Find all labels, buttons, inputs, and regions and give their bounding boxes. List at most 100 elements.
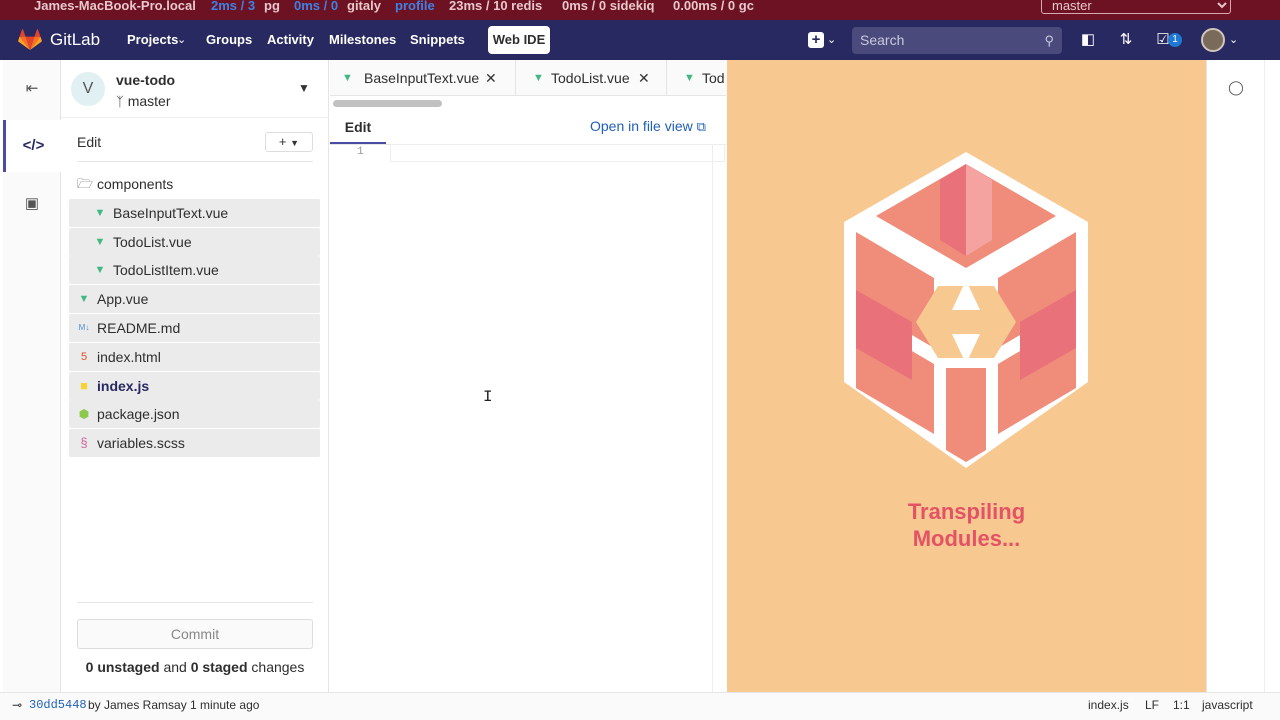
nav-snippets[interactable]: Snippets bbox=[410, 32, 465, 47]
close-icon[interactable]: ✕ bbox=[485, 60, 497, 95]
perf-gc: 0.00ms / 0 gc bbox=[673, 0, 754, 13]
editor-ruler bbox=[712, 145, 713, 692]
user-avatar[interactable] bbox=[1201, 28, 1225, 52]
status-cursor-position: 1:1 bbox=[1173, 698, 1190, 712]
close-icon[interactable]: ✕ bbox=[638, 60, 650, 95]
plus-icon[interactable]: + bbox=[808, 32, 824, 48]
tab-filename: BaseInputText.vue bbox=[364, 70, 480, 86]
file-name: variables.scss bbox=[97, 435, 185, 452]
leave-ide-icon[interactable]: ⇤ bbox=[3, 63, 61, 115]
tree-file[interactable]: ▼ TodoListItem.vue bbox=[69, 256, 320, 285]
tab-edit[interactable]: Edit bbox=[330, 116, 386, 144]
merge-request-icon[interactable]: ⇅ bbox=[1117, 30, 1135, 50]
editor-tab[interactable]: ▼ BaseInputText.vue ✕ bbox=[330, 60, 516, 95]
branch-name: ᛉ master bbox=[116, 93, 171, 109]
commit-author-time: by James Ramsay 1 minute ago bbox=[88, 698, 260, 712]
tree-file[interactable]: 5 index.html bbox=[69, 342, 320, 371]
project-name: vue-todo bbox=[116, 72, 176, 88]
perf-redis: 23ms / 10 redis bbox=[449, 0, 543, 13]
codesandbox-loading-logo-icon bbox=[844, 152, 1088, 468]
changes-summary: 0 unstaged and 0 staged changes bbox=[77, 659, 313, 675]
unstaged-label: unstaged bbox=[97, 659, 160, 675]
tabs-scrollbar[interactable] bbox=[333, 100, 442, 107]
nav-activity[interactable]: Activity bbox=[267, 32, 314, 47]
javascript-icon: ■ bbox=[80, 377, 88, 393]
vue-icon: ▼ bbox=[94, 235, 106, 248]
open-in-file-view-link[interactable]: Open in file view ⧉ bbox=[590, 118, 706, 135]
chevron-down-icon[interactable]: ⌄ bbox=[1229, 33, 1238, 46]
vue-icon: ▼ bbox=[94, 206, 106, 219]
edit-toolbar: Edit + ▼ bbox=[77, 132, 313, 158]
chevron-down-icon[interactable]: ▼ bbox=[298, 81, 310, 95]
chevron-down-icon[interactable]: ⌄ bbox=[827, 33, 836, 46]
right-sidebar: ◯ bbox=[1206, 60, 1264, 692]
tree-file[interactable]: ⬢ package.json bbox=[69, 400, 320, 429]
changes-suffix: changes bbox=[251, 659, 305, 675]
status-language: javascript bbox=[1202, 698, 1253, 712]
file-name: index.js bbox=[97, 377, 150, 394]
vue-icon: ▼ bbox=[94, 264, 106, 277]
perf-sidekiq: 0ms / 0 sidekiq bbox=[562, 0, 655, 13]
tree-file[interactable]: ▼ BaseInputText.vue bbox=[69, 198, 320, 227]
project-sidebar: V vue-todo ᛉ master ▼ Edit + ▼ 🗁 componen… bbox=[61, 60, 329, 692]
file-name: TodoListItem.vue bbox=[113, 262, 219, 279]
search-input[interactable]: Search ⚲ bbox=[852, 27, 1062, 54]
tree-file[interactable]: ■ index.js bbox=[69, 371, 320, 400]
code-editor-line[interactable] bbox=[390, 144, 725, 162]
nav-projects[interactable]: Projects bbox=[127, 32, 178, 47]
markdown-icon: M↓ bbox=[78, 322, 90, 332]
branch-label: master bbox=[127, 93, 171, 109]
file-name: App.vue bbox=[97, 291, 149, 308]
pipelines-icon[interactable]: ◯ bbox=[1228, 79, 1244, 95]
divider bbox=[77, 161, 313, 162]
review-mode-icon[interactable]: ▣ bbox=[3, 178, 61, 230]
file-name: package.json bbox=[97, 406, 180, 423]
nav-groups[interactable]: Groups bbox=[206, 32, 252, 47]
html5-icon: 5 bbox=[80, 350, 88, 363]
tree-folder[interactable]: 🗁 components bbox=[69, 170, 320, 198]
folder-open-icon: 🗁 bbox=[77, 176, 94, 191]
page-scrollbar[interactable] bbox=[1264, 60, 1280, 692]
divider bbox=[77, 602, 313, 603]
status-eol: LF bbox=[1145, 698, 1160, 712]
nodejs-icon: ⬢ bbox=[78, 407, 90, 422]
tree-file[interactable]: M↓ README.md bbox=[69, 313, 320, 342]
file-tree: 🗁 components ▼ BaseInputText.vue ▼ TodoList.v… bbox=[69, 170, 320, 458]
perf-pg-link[interactable]: 2ms / 3 bbox=[211, 0, 255, 12]
perf-gitaly-link[interactable]: 0ms / 0 bbox=[294, 0, 338, 12]
chevron-down-icon[interactable]: ⌄ bbox=[177, 33, 186, 46]
web-ide-button[interactable]: Web IDE bbox=[488, 26, 550, 54]
perf-profile-link[interactable]: profile bbox=[395, 0, 435, 12]
perf-pg-label: pg bbox=[264, 0, 280, 13]
commit-button[interactable]: Commit bbox=[77, 619, 313, 649]
tree-file[interactable]: ▼ App.vue bbox=[69, 285, 320, 314]
tree-file[interactable]: ▼ TodoList.vue bbox=[69, 227, 320, 256]
file-name: components bbox=[97, 176, 174, 192]
issues-icon[interactable]: ◧ bbox=[1079, 30, 1097, 50]
performance-bar: James-MacBook-Pro.local 2ms / 3 pg 0ms /… bbox=[0, 0, 1280, 20]
editor-tab[interactable]: ▼ Tod bbox=[668, 60, 726, 95]
vue-icon: ▼ bbox=[533, 72, 544, 84]
tab-filename: TodoList.vue bbox=[551, 70, 630, 86]
file-name: README.md bbox=[97, 319, 181, 336]
plus-icon: + bbox=[278, 134, 287, 149]
edit-mode-icon[interactable]: </> bbox=[3, 120, 61, 172]
sass-icon: § bbox=[80, 435, 88, 451]
unstaged-count: 0 bbox=[85, 659, 94, 675]
commit-sha-link[interactable]: 30dd5448 bbox=[29, 693, 87, 717]
vue-icon: ▼ bbox=[342, 72, 353, 84]
edit-heading: Edit bbox=[77, 134, 102, 150]
project-header[interactable]: V vue-todo ᛉ master ▼ bbox=[61, 60, 329, 118]
nav-milestones[interactable]: Milestones bbox=[329, 32, 396, 47]
editor-tab[interactable]: ▼ TodoList.vue ✕ bbox=[517, 60, 667, 95]
gitlab-brand[interactable]: GitLab bbox=[50, 30, 100, 50]
line-number: 1 bbox=[357, 146, 364, 158]
live-preview-pane: Transpiling Modules... bbox=[727, 60, 1206, 692]
tree-file[interactable]: § variables.scss bbox=[69, 429, 320, 458]
search-icon: ⚲ bbox=[1044, 33, 1054, 48]
perf-branch-select[interactable]: master bbox=[1041, 0, 1231, 14]
new-file-dropdown-button[interactable]: + ▼ bbox=[265, 132, 313, 152]
project-avatar: V bbox=[71, 72, 105, 106]
external-link-icon: ⧉ bbox=[696, 119, 706, 134]
gitlab-logo-icon[interactable] bbox=[18, 29, 42, 51]
